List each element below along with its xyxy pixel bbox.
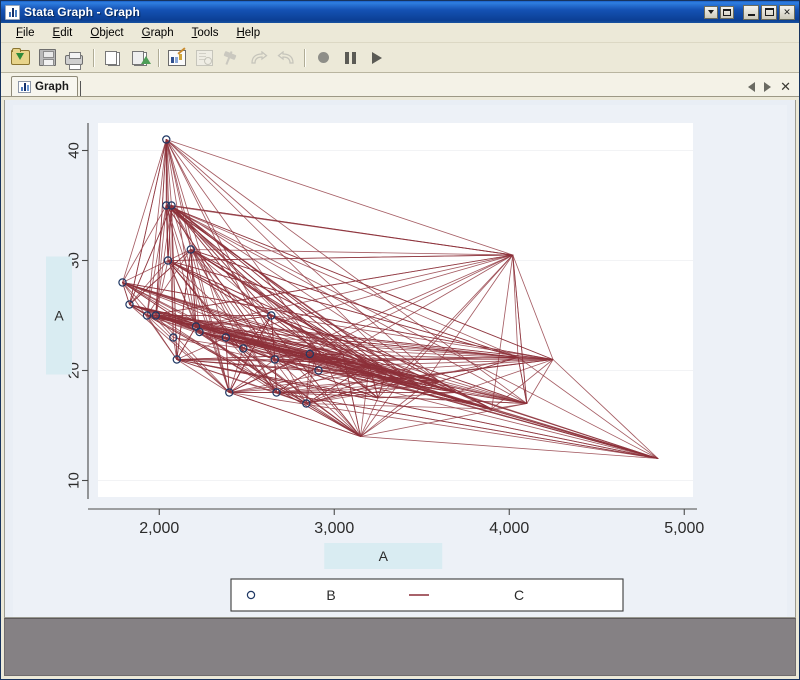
legend-label-B: B: [326, 587, 335, 603]
x-tick-label: 4,000: [489, 520, 529, 537]
legend-label-C: C: [514, 587, 524, 603]
play-button[interactable]: [364, 46, 390, 70]
window-controls: ✕: [704, 4, 797, 20]
redo-icon: [250, 51, 268, 64]
toolbar-separator: [304, 48, 305, 67]
chevron-down-icon: [708, 10, 714, 14]
graph-editor-icon: [168, 49, 186, 66]
toolbar-separator: [93, 48, 94, 67]
paste-button[interactable]: [126, 46, 152, 70]
app-bar-chart-icon: [5, 4, 20, 20]
mdi-menu-button[interactable]: [704, 5, 718, 19]
close-button[interactable]: ✕: [779, 4, 795, 20]
pin-icon: [223, 50, 239, 66]
print-button[interactable]: [61, 46, 87, 70]
client-area: 10 20 30 40 2,000 3,000 4,000 5,000 A A B C: [1, 97, 799, 679]
tab-navigation: ✕: [748, 80, 799, 96]
x-axis-title[interactable]: A: [379, 548, 389, 564]
tab-graph[interactable]: Graph: [11, 76, 78, 96]
menu-file[interactable]: File: [7, 25, 44, 41]
redo-button: [245, 46, 271, 70]
graph-canvas[interactable]: 10 20 30 40 2,000 3,000 4,000 5,000 A A B C: [13, 105, 787, 617]
record-button[interactable]: [310, 46, 336, 70]
save-button[interactable]: [34, 46, 60, 70]
status-panel: [4, 618, 796, 676]
x-tick-label: 5,000: [664, 520, 704, 537]
tab-prev-icon[interactable]: [748, 81, 756, 92]
bar-chart-icon: [18, 80, 31, 93]
maximize-icon: [764, 8, 774, 16]
paste-icon: [131, 50, 151, 66]
pause-icon: [344, 51, 356, 64]
menu-bar: File Edit Object Graph Tools Help: [1, 23, 799, 43]
menu-graph[interactable]: Graph: [133, 25, 183, 41]
open-button[interactable]: [7, 46, 33, 70]
play-icon: [372, 51, 382, 64]
preview-icon: [195, 49, 213, 66]
pin-button: [218, 46, 244, 70]
graph-editor-button[interactable]: [164, 46, 190, 70]
tab-caret: [79, 81, 81, 96]
graph-canvas-container[interactable]: 10 20 30 40 2,000 3,000 4,000 5,000 A A B C: [4, 100, 796, 618]
open-icon: [10, 48, 30, 65]
copy-button[interactable]: [99, 46, 125, 70]
close-icon: ✕: [783, 6, 791, 17]
pause-button[interactable]: [337, 46, 363, 70]
toolbar: [1, 43, 799, 73]
mdi-restore-button[interactable]: [720, 5, 734, 19]
preview-button: [191, 46, 217, 70]
save-icon: [38, 49, 56, 66]
x-tick-label: 3,000: [314, 520, 354, 537]
tab-graph-label: Graph: [35, 80, 69, 93]
menu-edit[interactable]: Edit: [44, 25, 82, 41]
print-icon: [65, 51, 83, 70]
menu-object[interactable]: Object: [81, 25, 132, 41]
restore-icon: [723, 8, 731, 16]
maximize-button[interactable]: [761, 4, 777, 20]
toolbar-separator: [158, 48, 159, 67]
undo-icon: [277, 51, 294, 64]
window-title: Stata Graph - Graph: [24, 5, 140, 19]
x-tick-label: 2,000: [139, 520, 179, 537]
undo-button: [272, 46, 298, 70]
tab-next-icon[interactable]: [764, 81, 772, 92]
menu-help[interactable]: Help: [227, 25, 269, 41]
record-icon: [317, 52, 329, 63]
copy-icon: [105, 50, 120, 66]
tab-close-icon[interactable]: ✕: [780, 80, 791, 93]
y-tick-label: 40: [66, 142, 83, 159]
y-axis-title[interactable]: A: [54, 308, 64, 324]
stata-graph-plot[interactable]: 102030402,000 3,000 4,000 5,000AAB C: [13, 105, 781, 618]
stata-graph-window: Stata Graph - Graph ✕ File Edit Object G…: [0, 0, 800, 680]
minimize-button[interactable]: [743, 4, 759, 20]
minimize-icon: [747, 13, 755, 16]
title-bar: Stata Graph - Graph ✕: [1, 1, 799, 23]
menu-tools[interactable]: Tools: [183, 25, 228, 41]
y-tick-label: 10: [66, 472, 83, 489]
tab-strip: Graph ✕: [1, 73, 799, 97]
